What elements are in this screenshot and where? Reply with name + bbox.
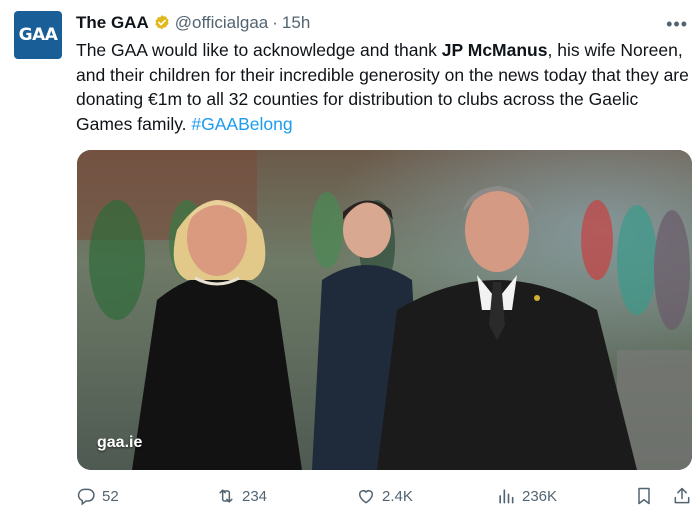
like-count: 2.4K — [382, 487, 413, 505]
display-name[interactable]: The GAA — [76, 13, 149, 33]
bookmark-button[interactable] — [634, 486, 660, 506]
views-button[interactable]: 236K — [496, 486, 557, 506]
share-icon — [674, 487, 690, 504]
reply-button[interactable]: 52 — [76, 486, 119, 506]
like-button[interactable]: 2.4K — [356, 486, 413, 506]
views-count: 236K — [522, 487, 558, 505]
more-options-icon[interactable]: ••• — [666, 14, 688, 35]
avatar[interactable]: GAA — [14, 11, 62, 59]
verified-badge-icon — [155, 15, 169, 30]
tweet-text: The GAA would like to acknowledge and th… — [76, 38, 696, 136]
tweet-header: The GAA @officialgaa · 15h — [76, 12, 310, 34]
handle[interactable]: @officialgaa — [175, 13, 269, 33]
reply-count: 52 — [102, 487, 119, 505]
tweet-actions: 52 234 2.4K 236K — [76, 486, 694, 510]
bookmark-icon — [638, 487, 650, 505]
tweet-media-photo[interactable]: gaa.ie — [77, 150, 692, 470]
heart-icon — [359, 490, 373, 504]
media-watermark: gaa.ie — [97, 434, 143, 451]
share-button[interactable] — [672, 486, 698, 506]
avatar-logo-text: GAA — [18, 25, 58, 45]
separator-dot: · — [272, 13, 278, 32]
hashtag-link[interactable]: #GAABelong — [191, 114, 292, 134]
timestamp[interactable]: 15h — [282, 13, 310, 33]
retweet-count: 234 — [242, 487, 268, 505]
tweet-text-part: The GAA would like to acknowledge and th… — [76, 40, 442, 60]
tweet-text-bold: JP McManus — [441, 40, 548, 60]
reply-icon — [77, 488, 95, 506]
retweet-button[interactable]: 234 — [216, 486, 267, 506]
retweet-icon — [219, 489, 233, 503]
photo-illustration — [77, 150, 692, 470]
views-chart-icon — [499, 489, 514, 504]
